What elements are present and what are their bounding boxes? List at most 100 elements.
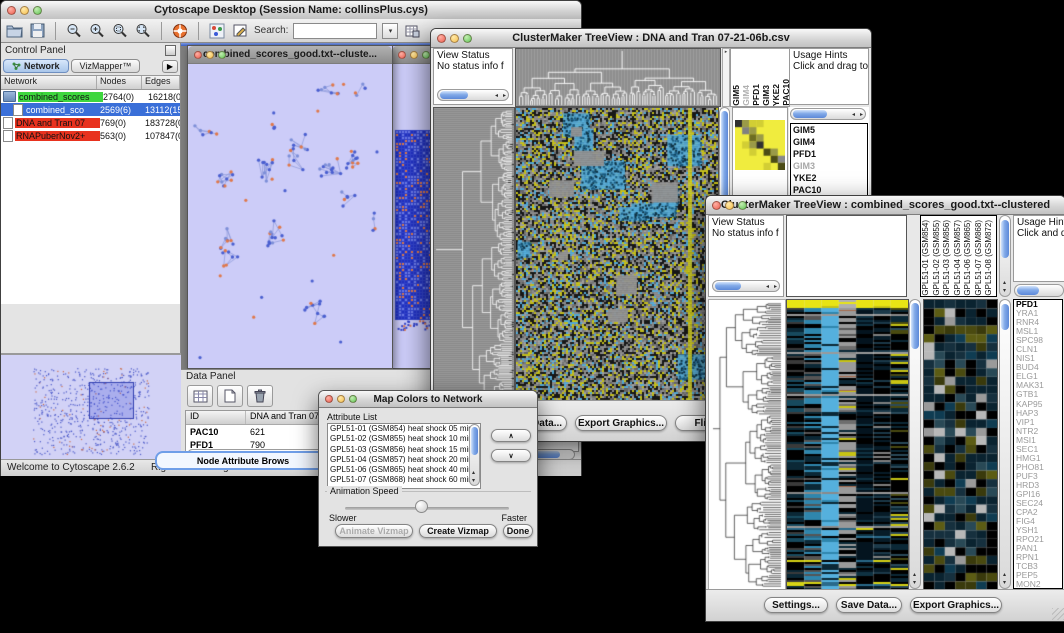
scrollbar-thumb[interactable] xyxy=(911,303,919,349)
dialog-button[interactable]: Animate Vizmap xyxy=(335,524,413,538)
annotation-icon[interactable] xyxy=(231,22,249,40)
zoom-fit-icon[interactable] xyxy=(134,22,152,40)
vizmapper-icon[interactable] xyxy=(208,22,226,40)
float-panel-icon[interactable] xyxy=(165,45,176,56)
network-list-item[interactable]: combined_scores 2764(0) 16218(0) xyxy=(1,90,180,103)
gene-label-hscrollbar[interactable]: ◂ ▸ xyxy=(790,108,866,120)
dialog-button[interactable]: Create Vizmap xyxy=(419,524,497,538)
column-label[interactable]: GIM4 xyxy=(741,85,751,106)
column-header-label[interactable]: GPL51-06 (GSM865) xyxy=(963,220,974,296)
minimize-button[interactable] xyxy=(725,201,734,210)
network-list-item[interactable]: RNAPuberNov2+ 563(0) 107847(0) xyxy=(1,129,180,142)
gene-name[interactable]: GIM3 xyxy=(793,160,867,172)
titlebar[interactable]: combined_scores_good.txt--cluste... xyxy=(188,46,392,64)
zoom-heatmap[interactable] xyxy=(923,299,998,591)
minimize-button[interactable] xyxy=(206,51,214,59)
scroll-right-icon[interactable]: ▸ xyxy=(774,284,777,290)
column-dendrogram[interactable] xyxy=(786,215,907,297)
scrollbar-thumb[interactable] xyxy=(1017,286,1039,295)
column-dendrogram[interactable] xyxy=(515,48,721,107)
tab-vizmapper[interactable]: VizMapper™ xyxy=(71,59,141,73)
close-button[interactable] xyxy=(398,51,406,59)
scrollbar-thumb[interactable] xyxy=(471,427,478,455)
column-header-network[interactable]: Network xyxy=(1,76,97,89)
open-file-icon[interactable] xyxy=(5,22,23,40)
minimize-button[interactable] xyxy=(450,34,459,43)
export-graphics-button[interactable]: Export Graphics... xyxy=(910,597,1002,613)
scroll-right-icon[interactable]: ▸ xyxy=(860,112,863,118)
scroll-down-icon[interactable]: ▾ xyxy=(1003,580,1006,586)
gene-dendrogram[interactable] xyxy=(433,107,515,402)
zoom-selected-icon[interactable] xyxy=(111,22,129,40)
scrollbar-thumb[interactable] xyxy=(440,91,468,99)
close-button[interactable] xyxy=(194,51,202,59)
attribute-item[interactable]: GPL51-03 (GSM856) heat shock 15 min xyxy=(330,445,480,455)
close-button[interactable] xyxy=(325,395,333,403)
titlebar[interactable]: Map Colors to Network xyxy=(319,391,537,408)
settings-button[interactable]: Settings... xyxy=(764,597,828,613)
scroll-up-icon[interactable]: ▴ xyxy=(913,572,916,578)
heatmap-canvas[interactable] xyxy=(515,107,719,402)
column-label[interactable]: GIM3 xyxy=(761,85,771,106)
heatmap-vscrollbar[interactable]: ▴ ▾ xyxy=(909,299,921,589)
save-icon[interactable] xyxy=(28,22,46,40)
import-table-icon[interactable] xyxy=(403,22,421,40)
close-button[interactable] xyxy=(7,6,16,15)
network-view-canvas[interactable] xyxy=(188,64,390,367)
titlebar[interactable]: ClusterMaker TreeView : DNA and Tran 07-… xyxy=(431,29,871,48)
gene-list-vscrollbar[interactable]: ▴ ▾ xyxy=(999,299,1011,589)
header-vscrollbar[interactable]: ▴ ▾ xyxy=(999,215,1011,297)
attribute-item[interactable]: GPL51-04 (GSM857) heat shock 20 min xyxy=(330,455,480,465)
search-dropdown-button[interactable]: ▾ xyxy=(382,23,398,39)
save-data-button[interactable]: Save Data... xyxy=(836,597,902,613)
search-input[interactable] xyxy=(293,23,377,39)
attribute-item[interactable]: GPL51-07 (GSM868) heat shock 60 min xyxy=(330,475,480,485)
scroll-left-icon[interactable]: ◂ xyxy=(495,93,498,99)
select-attributes-icon[interactable] xyxy=(187,385,213,407)
scroll-up-icon[interactable]: ▴ xyxy=(1003,280,1006,286)
scroll-down-icon[interactable]: ▾ xyxy=(1003,288,1006,294)
heatmap-canvas[interactable] xyxy=(786,299,909,591)
network-list-item[interactable]: combined_sco 2569(6) 13112(15) xyxy=(1,103,180,116)
maximize-button[interactable] xyxy=(33,6,42,15)
mini-heatmap[interactable] xyxy=(735,120,785,170)
delete-attribute-icon[interactable] xyxy=(247,385,273,407)
view-status-hscrollbar[interactable]: ◂ ▸ xyxy=(712,280,780,292)
dialog-button[interactable]: Done xyxy=(503,524,533,538)
new-attribute-icon[interactable] xyxy=(217,385,243,407)
close-button[interactable] xyxy=(437,34,446,43)
column-header-edges[interactable]: Edges xyxy=(142,76,180,89)
column-header-label[interactable]: GPL51-03 (GSM856) xyxy=(942,220,953,296)
scroll-up-icon[interactable]: ▴ xyxy=(472,470,475,476)
column-header-label[interactable]: GPL51-01 (GSM854) xyxy=(921,220,932,296)
usage-hints-hscrollbar[interactable] xyxy=(1014,284,1064,297)
column-header-nodes[interactable]: Nodes xyxy=(97,76,142,89)
minimize-button[interactable] xyxy=(20,6,29,15)
tabs-overflow-button[interactable]: ▶ xyxy=(162,60,178,73)
network-list-item[interactable]: DNA and Tran 07 769(0) 183728(0) xyxy=(1,116,180,129)
gene-name[interactable]: PFD1 xyxy=(793,148,867,160)
column-header-label[interactable]: GPL51-04 (GSM857) xyxy=(953,220,964,296)
titlebar[interactable]: Cytoscape Desktop (Session Name: collins… xyxy=(1,1,581,20)
maximize-button[interactable] xyxy=(463,34,472,43)
scrollbar-thumb[interactable] xyxy=(1001,220,1009,258)
scroll-down-icon[interactable]: ▾ xyxy=(913,580,916,586)
column-scroll-strip[interactable]: ▸ xyxy=(722,48,730,107)
export-graphics-button[interactable]: Export Graphics... xyxy=(575,415,667,431)
scroll-left-icon[interactable]: ◂ xyxy=(766,284,769,290)
resize-grip[interactable] xyxy=(1052,608,1064,620)
scrollbar-thumb[interactable] xyxy=(715,282,741,290)
animation-slider-thumb[interactable] xyxy=(415,500,428,513)
close-button[interactable] xyxy=(712,201,721,210)
maximize-button[interactable] xyxy=(738,201,747,210)
scroll-right-icon[interactable]: ▸ xyxy=(503,93,506,99)
column-header-label[interactable]: GPL51-02 (GSM855) xyxy=(932,220,943,296)
column-label[interactable]: PFD1 xyxy=(751,84,761,106)
scrollbar-thumb[interactable] xyxy=(1001,304,1009,330)
zoom-in-icon[interactable] xyxy=(88,22,106,40)
minimize-button[interactable] xyxy=(337,395,345,403)
column-header-label[interactable]: GPL51-08 (GSM872) xyxy=(984,220,995,296)
gene-dendrogram[interactable] xyxy=(708,299,786,591)
maximize-button[interactable] xyxy=(349,395,357,403)
column-header-id[interactable]: ID xyxy=(186,411,246,424)
